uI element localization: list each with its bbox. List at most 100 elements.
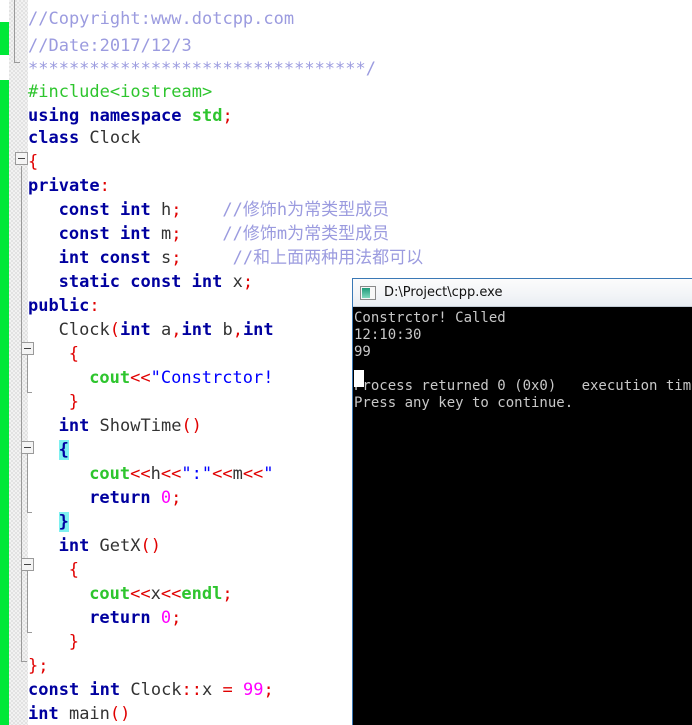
code-line: int main() (28, 701, 130, 725)
code-token: ; (263, 680, 274, 700)
code-token: { (68, 344, 80, 364)
code-line: static const int x; (28, 269, 254, 296)
code-token: { (58, 440, 69, 460)
code-line: #include<iostream> (28, 79, 212, 106)
editor-gutter (0, 0, 34, 725)
fold-marker-class-open[interactable] (15, 152, 28, 165)
code-token: //修饰m为常类型成员 (181, 224, 390, 244)
fold-guide-line (14, 0, 15, 62)
code-token: ShowTime (99, 416, 182, 436)
code-token: class (28, 128, 90, 148)
code-line: cout<<x<<endl; (28, 581, 233, 608)
code-token: int (58, 416, 100, 436)
code-token: int (28, 704, 69, 724)
code-token: m (160, 224, 172, 244)
code-token: return (89, 488, 161, 508)
code-token: << (130, 368, 151, 388)
console-output: Constrctor! Called 12:10:30 99 Process ret… (353, 307, 692, 725)
code-token: } (68, 632, 80, 652)
code-token: ; (171, 224, 182, 244)
code-token: ; (222, 584, 233, 604)
code-token: //Date:2017/12/3 (28, 36, 192, 56)
code-token: { (68, 560, 80, 580)
change-bar-gap (0, 55, 9, 80)
code-token: Clock (58, 320, 110, 340)
console-window-icon (360, 285, 376, 300)
console-line: Process returned 0 (0x0) execution time … (354, 378, 692, 394)
code-token: 0 (160, 488, 172, 508)
code-token: std (191, 106, 223, 126)
code-line: } (28, 509, 69, 536)
code-token: cout (89, 464, 131, 484)
code-token: x (232, 272, 243, 292)
code-line: const int m; //修饰m为常类型成员 (28, 221, 390, 248)
code-token: << (212, 464, 233, 484)
code-token: << (242, 464, 264, 484)
code-line: Clock(int a,int b,int (28, 317, 274, 344)
code-token: () (140, 536, 161, 556)
console-line: Press any key to continue. (354, 395, 574, 411)
code-token: int (242, 320, 274, 340)
code-line: return 0; (28, 485, 181, 512)
code-line: const int h; //修饰h为常类型成员 (28, 197, 390, 224)
code-token: b (222, 320, 233, 340)
code-token: }; (28, 656, 49, 676)
code-line: { (28, 437, 69, 464)
code-token: ; (171, 248, 182, 268)
code-token: cout (89, 584, 131, 604)
code-token: ; (222, 106, 233, 126)
code-token: () (109, 704, 131, 724)
code-line: cout<<h<<":"<<m<<" (28, 461, 273, 488)
code-token: ; (171, 608, 182, 628)
code-token: << (130, 464, 151, 484)
code-line: } (28, 629, 79, 656)
code-token: m (232, 464, 243, 484)
code-line: int ShowTime() (28, 413, 202, 440)
code-token: GetX (99, 536, 141, 556)
code-line: { (28, 557, 79, 584)
code-line: return 0; (28, 605, 181, 632)
code-token: cout (89, 368, 131, 388)
code-token: const int (28, 680, 131, 700)
code-line: int GetX() (28, 533, 161, 560)
code-token: "Constrctor! (150, 368, 274, 388)
console-line: 99 (354, 344, 371, 360)
code-token: const int (58, 200, 161, 220)
code-token: static const int (58, 272, 233, 292)
code-line: } (28, 389, 79, 416)
code-token: #include<iostream> (28, 82, 213, 102)
code-token: x (202, 680, 223, 700)
code-line: const int Clock::x = 99; (28, 677, 274, 704)
code-token: << (160, 584, 182, 604)
code-token: Clock (89, 128, 141, 148)
code-line: public: (28, 293, 100, 320)
code-token: 99 (243, 680, 264, 700)
code-token: endl (181, 584, 223, 604)
code-token: int const (58, 248, 161, 268)
code-token: { (28, 152, 39, 172)
code-token: int (58, 536, 100, 556)
code-token: *********************************/ (28, 59, 376, 79)
code-token: x (150, 584, 161, 604)
code-line: }; (28, 653, 48, 680)
console-line: Constrctor! Called (354, 310, 506, 326)
fold-guide-end (14, 62, 20, 63)
code-token: : (89, 296, 100, 316)
console-window[interactable]: D:\Project\cpp.exe Constrctor! Called 12:… (352, 278, 692, 725)
code-token: 0 (160, 608, 172, 628)
code-token: public (28, 296, 90, 316)
code-token: ; (171, 488, 182, 508)
modified-lines-bar (0, 0, 9, 725)
code-token: int (120, 320, 161, 340)
code-line: cout<<"Constrctor! (28, 365, 273, 392)
code-line: { (28, 149, 38, 176)
fold-guide-line (21, 166, 22, 661)
fold-column[interactable] (9, 0, 34, 725)
code-token: , (171, 320, 182, 340)
code-token: using namespace (28, 106, 192, 126)
code-token: } (58, 512, 69, 532)
code-token: return (89, 608, 161, 628)
code-token: , (232, 320, 243, 340)
console-titlebar[interactable]: D:\Project\cpp.exe (353, 279, 692, 307)
